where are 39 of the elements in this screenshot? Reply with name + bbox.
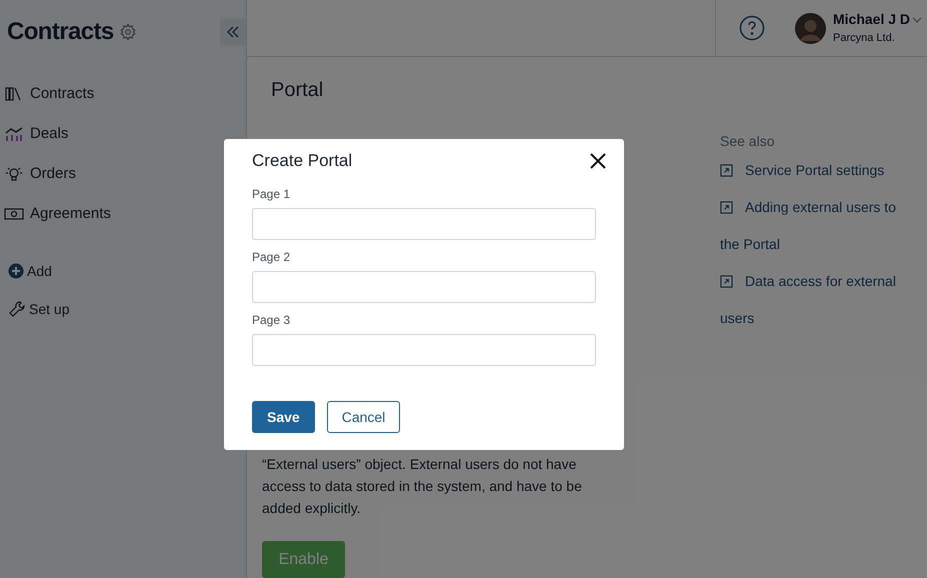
input-field[interactable]	[252, 208, 596, 240]
chevron-down-icon[interactable]	[912, 14, 922, 25]
double-chevron-left-icon	[226, 25, 240, 39]
app-title: Contracts	[7, 17, 114, 47]
see-also-title: See also	[720, 132, 776, 151]
external-link-icon	[720, 275, 733, 288]
help-link[interactable]: Adding external users to the Portal	[720, 189, 910, 263]
external-link-icon	[720, 164, 733, 177]
save-button[interactable]: Save	[252, 401, 315, 433]
external-link-icon	[720, 201, 733, 214]
lightbulb-icon	[4, 166, 24, 182]
field-label: Page 3	[252, 312, 292, 328]
company-name: Parcyna Ltd.	[833, 31, 896, 46]
bar-chart-icon	[4, 126, 24, 142]
sidebar-item[interactable]: Agreements	[0, 194, 246, 234]
help-icon[interactable]	[739, 15, 765, 41]
help-link[interactable]: Service Portal settings	[720, 152, 910, 189]
close-icon[interactable]	[590, 153, 606, 169]
collapse-button[interactable]	[220, 19, 246, 45]
avatar[interactable]	[795, 12, 826, 44]
plus-circle-icon	[8, 263, 24, 279]
sidebar-action[interactable]: Set up	[0, 290, 246, 328]
page-title: Portal	[271, 78, 324, 103]
input-field[interactable]	[252, 271, 596, 303]
description: “External users” object. External users do not have access to data stored in the system, and have to be added explicitly.	[262, 455, 583, 518]
cancel-button[interactable]: Cancel	[326, 401, 400, 433]
sidebar-action[interactable]: Add	[0, 252, 246, 290]
sidebar-item[interactable]: Contracts	[0, 74, 246, 114]
wrench-icon	[8, 300, 26, 318]
help-link[interactable]: Data access for external users	[720, 263, 910, 337]
settings-icon[interactable]	[118, 23, 137, 41]
user-name[interactable]: Michael J D	[833, 9, 910, 30]
dialog-title: Create Portal	[252, 150, 352, 172]
banknote-icon	[4, 206, 24, 222]
sidebar-item[interactable]: Deals	[0, 114, 246, 154]
field-label: Page 1	[252, 186, 292, 202]
field-label: Page 2	[252, 249, 292, 265]
sidebar-item[interactable]: Orders	[0, 154, 246, 194]
input-field[interactable]	[252, 334, 596, 366]
